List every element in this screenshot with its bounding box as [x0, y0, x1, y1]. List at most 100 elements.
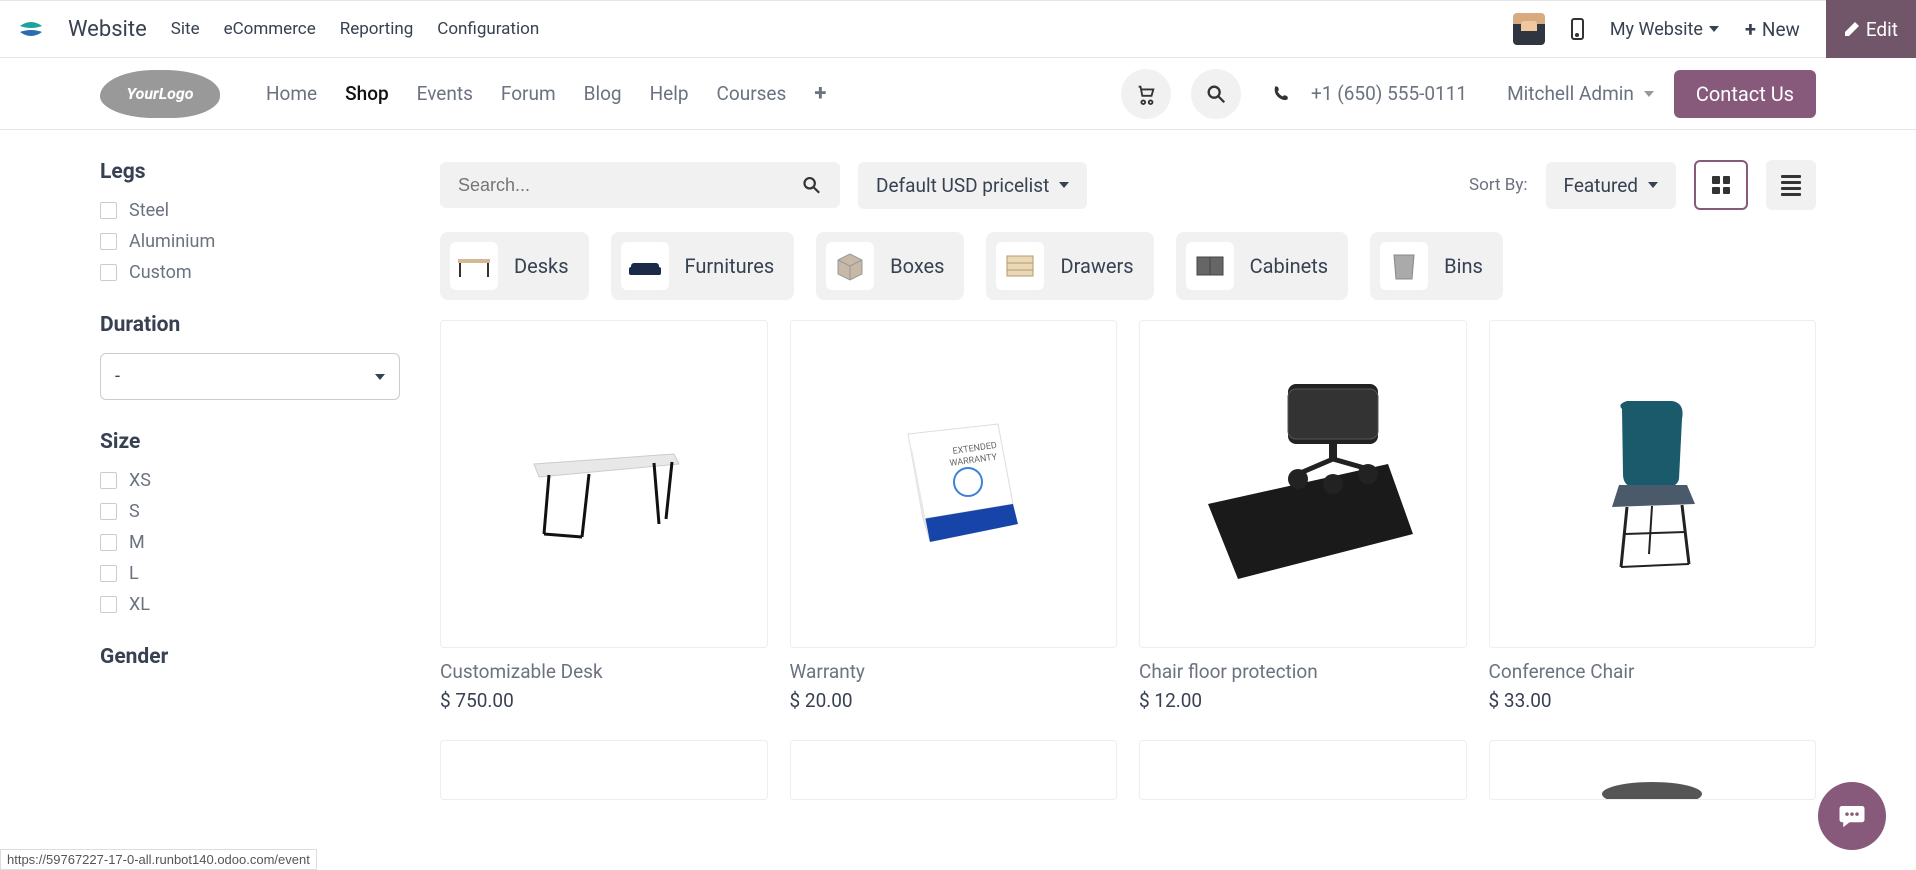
product-placeholder-1[interactable] — [440, 740, 768, 812]
checkbox[interactable] — [100, 233, 117, 250]
phone-number[interactable]: +1 (650) 555-0111 — [1311, 82, 1467, 105]
product-customizable-desk[interactable]: Customizable Desk $ 750.00 — [440, 320, 768, 712]
category-furnitures[interactable]: Furnitures — [611, 232, 795, 300]
checkbox[interactable] — [100, 503, 117, 520]
search-button[interactable] — [1191, 69, 1241, 119]
filter-option-aluminium[interactable]: Aluminium — [100, 231, 400, 252]
menu-site[interactable]: Site — [171, 19, 200, 39]
livechat-button[interactable] — [1818, 782, 1886, 850]
filter-option-steel[interactable]: Steel — [100, 200, 400, 221]
category-desks[interactable]: Desks — [440, 232, 589, 300]
main-content: Legs Steel Aluminium Custom Duration - S… — [0, 130, 1916, 812]
user-avatar[interactable] — [1513, 13, 1545, 45]
cart-button[interactable] — [1121, 69, 1171, 119]
nav-courses[interactable]: Courses — [717, 82, 787, 105]
product-image — [1489, 740, 1817, 800]
filter-option-l[interactable]: L — [100, 563, 400, 584]
menu-ecommerce[interactable]: eCommerce — [224, 19, 316, 39]
search-icon — [1205, 83, 1227, 105]
checkbox[interactable] — [100, 472, 117, 489]
product-listing: Default USD pricelist Sort By: Featured … — [440, 160, 1816, 812]
site-logo-text: YourLogo — [126, 84, 193, 103]
category-cabinets[interactable]: Cabinets — [1176, 232, 1349, 300]
topbar-right: My Website + New Edit — [1513, 0, 1916, 58]
product-conference-chair[interactable]: Conference Chair $ 33.00 — [1489, 320, 1817, 712]
product-placeholder-3[interactable] — [1139, 740, 1467, 812]
category-bins[interactable]: Bins — [1370, 232, 1503, 300]
edit-button[interactable]: Edit — [1826, 0, 1916, 58]
duration-value: - — [115, 366, 120, 387]
nav-help[interactable]: Help — [650, 82, 689, 105]
product-chair-floor-protection[interactable]: Chair floor protection $ 12.00 — [1139, 320, 1467, 712]
product-name: Customizable Desk — [440, 660, 768, 683]
product-placeholder-2[interactable] — [790, 740, 1118, 812]
filter-legs: Legs Steel Aluminium Custom — [100, 160, 400, 283]
nav-events[interactable]: Events — [417, 82, 473, 105]
category-boxes[interactable]: Boxes — [816, 232, 964, 300]
product-image — [440, 740, 768, 800]
new-button[interactable]: + New — [1745, 17, 1800, 41]
category-drawers[interactable]: Drawers — [986, 232, 1153, 300]
nav-shop[interactable]: Shop — [345, 82, 389, 105]
filter-option-custom[interactable]: Custom — [100, 262, 400, 283]
product-search[interactable] — [440, 162, 840, 208]
nav-home[interactable]: Home — [266, 82, 317, 105]
product-name: Conference Chair — [1489, 660, 1817, 683]
product-price: $ 12.00 — [1139, 689, 1467, 712]
add-menu-icon[interactable]: + — [814, 81, 826, 106]
sort-value: Featured — [1564, 174, 1638, 197]
chevron-down-icon — [1644, 91, 1654, 97]
website-switcher[interactable]: My Website — [1610, 19, 1719, 40]
plus-icon: + — [1745, 17, 1756, 41]
filter-title-duration: Duration — [100, 313, 400, 337]
checkbox[interactable] — [100, 596, 117, 613]
pricelist-label: Default USD pricelist — [876, 174, 1049, 197]
sofa-thumb-icon — [621, 242, 669, 290]
menu-configuration[interactable]: Configuration — [437, 19, 539, 39]
phone-icon — [1271, 84, 1291, 104]
product-price: $ 33.00 — [1489, 689, 1817, 712]
nav-blog[interactable]: Blog — [584, 82, 622, 105]
search-icon[interactable] — [801, 174, 822, 196]
contact-label: Contact Us — [1696, 82, 1794, 106]
category-chips: Desks Furnitures Boxes Drawers Cabinets … — [440, 232, 1816, 300]
filter-title-gender: Gender — [100, 645, 400, 669]
pencil-icon — [1844, 21, 1860, 37]
checkbox[interactable] — [100, 565, 117, 582]
cart-icon — [1135, 83, 1157, 105]
site-logo[interactable]: YourLogo — [100, 70, 220, 118]
user-dropdown[interactable]: Mitchell Admin — [1507, 82, 1654, 105]
products-grid: Customizable Desk $ 750.00 EXTENDEDWARRA… — [440, 320, 1816, 712]
product-image — [1139, 320, 1467, 648]
app-title[interactable]: Website — [68, 17, 147, 42]
site-header: YourLogo Home Shop Events Forum Blog Hel… — [0, 58, 1916, 130]
menu-reporting[interactable]: Reporting — [340, 19, 414, 39]
checkbox[interactable] — [100, 202, 117, 219]
product-warranty[interactable]: EXTENDEDWARRANTY Warranty $ 20.00 — [790, 320, 1118, 712]
grid-view-icon — [1700, 166, 1742, 204]
checkbox[interactable] — [100, 534, 117, 551]
filter-option-s[interactable]: S — [100, 501, 400, 522]
user-name: Mitchell Admin — [1507, 82, 1634, 105]
nav-forum[interactable]: Forum — [501, 82, 556, 105]
view-grid-button[interactable] — [1694, 160, 1748, 210]
checkbox[interactable] — [100, 264, 117, 281]
filter-option-xl[interactable]: XL — [100, 594, 400, 615]
duration-select[interactable]: - — [100, 353, 400, 400]
sort-dropdown[interactable]: Featured — [1546, 162, 1676, 209]
filter-option-m[interactable]: M — [100, 532, 400, 553]
product-price: $ 750.00 — [440, 689, 768, 712]
status-bar-url: https://59767227-17-0-all.runbot140.odoo… — [0, 849, 317, 870]
admin-topbar: Website Site eCommerce Reporting Configu… — [0, 0, 1916, 58]
filter-option-xs[interactable]: XS — [100, 470, 400, 491]
view-list-button[interactable] — [1766, 160, 1816, 210]
product-price: $ 20.00 — [790, 689, 1118, 712]
mobile-preview-icon[interactable] — [1571, 18, 1584, 40]
contact-button[interactable]: Contact Us — [1674, 70, 1816, 118]
bin-thumb-icon — [1380, 242, 1428, 290]
filters-sidebar: Legs Steel Aluminium Custom Duration - S… — [100, 160, 400, 812]
product-placeholder-4[interactable] — [1489, 740, 1817, 812]
search-input[interactable] — [458, 175, 801, 196]
pricelist-dropdown[interactable]: Default USD pricelist — [858, 162, 1087, 209]
chat-icon — [1837, 801, 1867, 831]
